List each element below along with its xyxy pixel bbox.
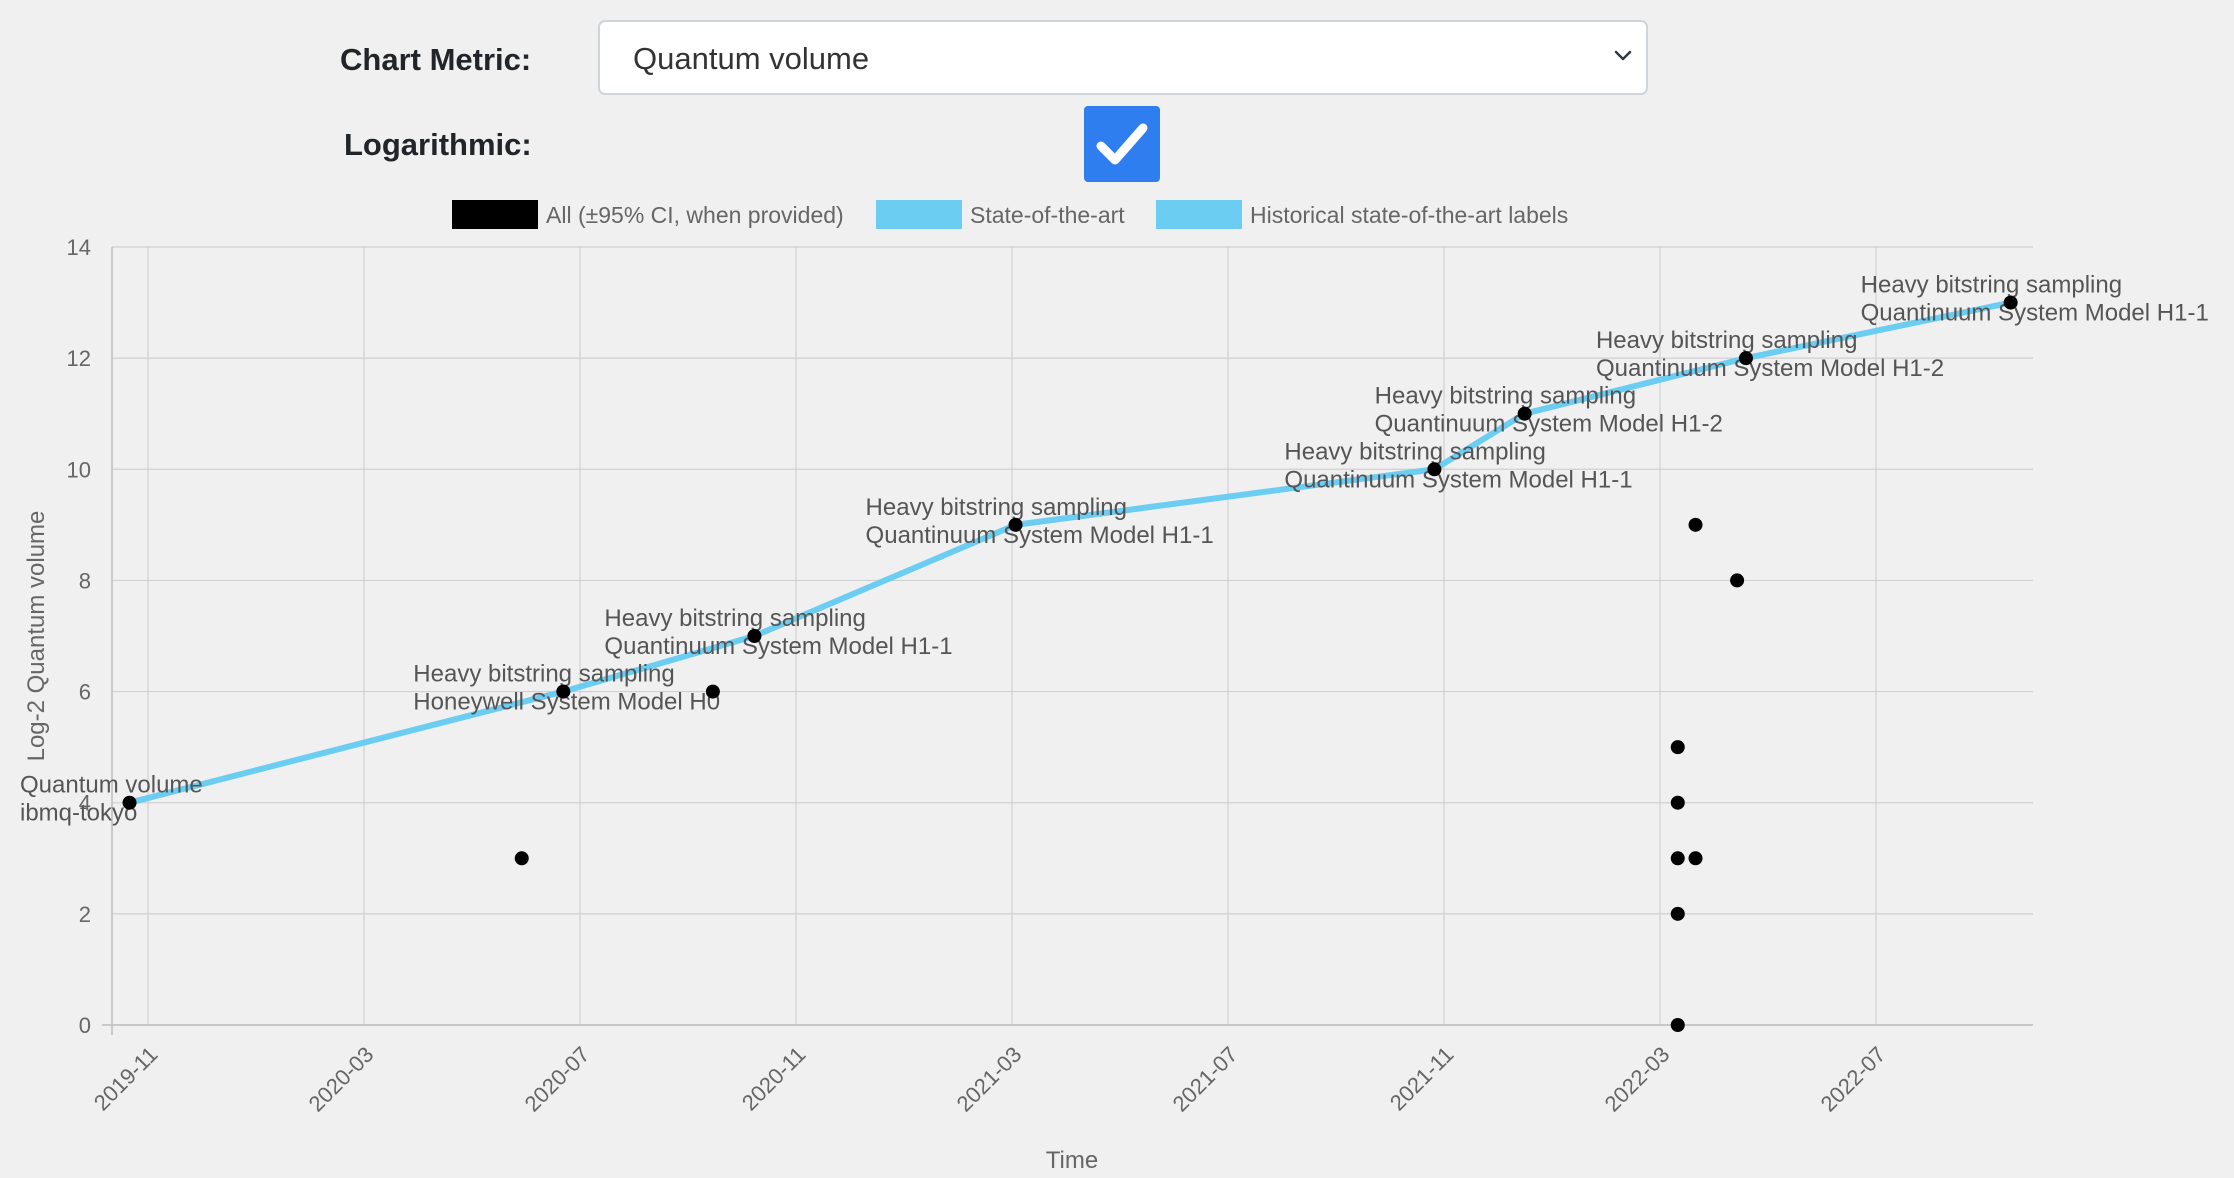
x-tick-label: 2020-07: [520, 1042, 595, 1117]
data-point: [1670, 1018, 1685, 1032]
data-point: [514, 851, 529, 866]
x-tick-label: 2020-03: [304, 1042, 379, 1117]
annotation-label: Quantinuum System Model H1-2: [1375, 411, 1723, 438]
annotation-label: Heavy bitstring sampling: [1375, 383, 1636, 410]
y-tick-label: 8: [79, 568, 91, 593]
legend-label: State-of-the-art: [970, 202, 1125, 228]
data-point: [1738, 351, 1753, 366]
data-point: [556, 684, 571, 699]
annotation-label: Heavy bitstring sampling: [1861, 272, 2122, 299]
data-point: [1730, 573, 1745, 588]
data-point: [1008, 517, 1023, 532]
annotation-label: Heavy bitstring sampling: [1284, 438, 1545, 465]
annotation-label: Quantinuum System Model H1-1: [866, 522, 1214, 549]
legend-swatch: [876, 200, 962, 229]
data-point: [705, 684, 720, 699]
annotation-label: Heavy bitstring sampling: [413, 661, 674, 688]
annotation-label: Heavy bitstring sampling: [604, 605, 865, 632]
x-axis-title: Time: [1046, 1147, 1098, 1174]
data-point: [747, 629, 762, 643]
data-point: [1517, 406, 1532, 421]
y-tick-label: 12: [67, 346, 91, 371]
annotation-label: Quantinuum System Model H1-2: [1596, 355, 1944, 382]
y-tick-label: 0: [79, 1013, 91, 1038]
data-point: [2003, 295, 2018, 310]
legend-label: Historical state-of-the-art labels: [1250, 202, 1568, 228]
annotation-label: Heavy bitstring sampling: [866, 494, 1127, 521]
annotation-label: Quantum volume: [20, 772, 203, 799]
y-tick-label: 6: [79, 680, 91, 705]
x-tick-label: 2021-07: [1168, 1042, 1243, 1117]
data-point: [1688, 851, 1703, 866]
annotation-label: ibmq-tokyo: [20, 800, 137, 827]
x-tick-label: 2022-07: [1816, 1042, 1891, 1117]
x-tick-label: 2022-03: [1600, 1042, 1675, 1117]
data-point: [1427, 462, 1442, 477]
y-tick-label: 10: [67, 457, 91, 482]
data-point: [1670, 906, 1685, 921]
y-tick-label: 14: [67, 235, 91, 260]
x-tick-label: 2020-11: [737, 1042, 811, 1116]
x-tick-label: 2019-11: [89, 1042, 163, 1116]
legend-swatch: [1156, 200, 1242, 229]
y-tick-label: 2: [79, 902, 91, 927]
annotation-label: Heavy bitstring sampling: [1596, 327, 1857, 354]
y-axis-title: Log-2 Quantum volume: [23, 511, 50, 762]
legend-label: All (±95% CI, when provided): [546, 202, 844, 228]
chart: 024681012142019-11 2020-03 2020-07 2020-11 2…: [20, 200, 2209, 1174]
data-point: [1670, 851, 1685, 866]
x-tick-label: 2021-03: [952, 1042, 1027, 1117]
data-point: [1670, 740, 1685, 755]
annotation-label: Quantinuum System Model H1-1: [604, 633, 952, 660]
data-point: [1688, 517, 1703, 532]
data-point: [122, 795, 137, 810]
x-tick-label: 2021-11: [1385, 1042, 1459, 1116]
annotation-label: Quantinuum System Model H1-1: [1284, 466, 1632, 493]
data-point: [1670, 795, 1685, 810]
annotation-label: Quantinuum System Model H1-1: [1861, 300, 2209, 327]
legend-swatch: [452, 200, 538, 229]
